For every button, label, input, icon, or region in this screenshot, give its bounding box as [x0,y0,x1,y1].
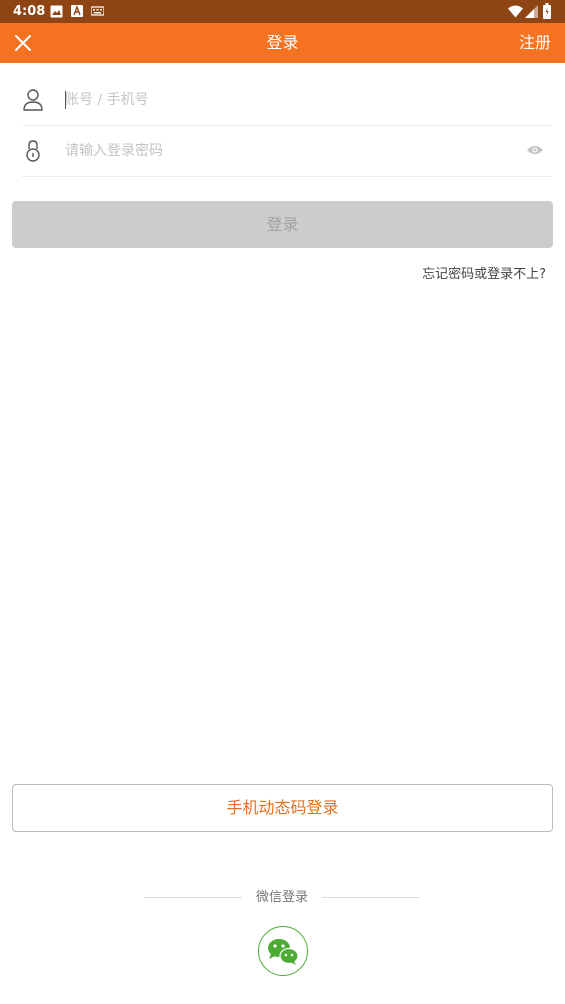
lock-icon [26,140,40,162]
sms-login-button[interactable]: 手机动态码登录 [12,784,553,832]
keyboard-icon [91,6,104,16]
status-time: 4:08 [13,4,46,19]
wechat-login-label: 微信登录 [255,890,308,905]
eye-icon[interactable] [526,143,544,157]
password-input[interactable] [65,138,505,164]
signal-icon [525,5,538,18]
image-icon [50,5,63,18]
battery-icon [543,3,551,19]
login-button[interactable]: 登录 [12,201,553,248]
wifi-icon [508,5,523,18]
divider-left [144,897,242,898]
forgot-password-link[interactable]: 忘记密码或登录不上? [422,266,546,283]
text-caret [65,91,66,109]
font-a-icon [71,5,83,17]
page-title: 登录 [266,33,299,52]
divider-right [322,897,420,898]
account-input[interactable] [65,87,505,113]
wechat-icon [268,939,299,965]
account-row [22,75,552,126]
register-link[interactable]: 注册 [519,33,551,53]
password-row [22,126,552,177]
user-icon [23,89,43,111]
wechat-login-button[interactable] [258,926,308,976]
status-bar: 4:08 [0,0,565,23]
app-bar: 登录 注册 [0,23,565,63]
